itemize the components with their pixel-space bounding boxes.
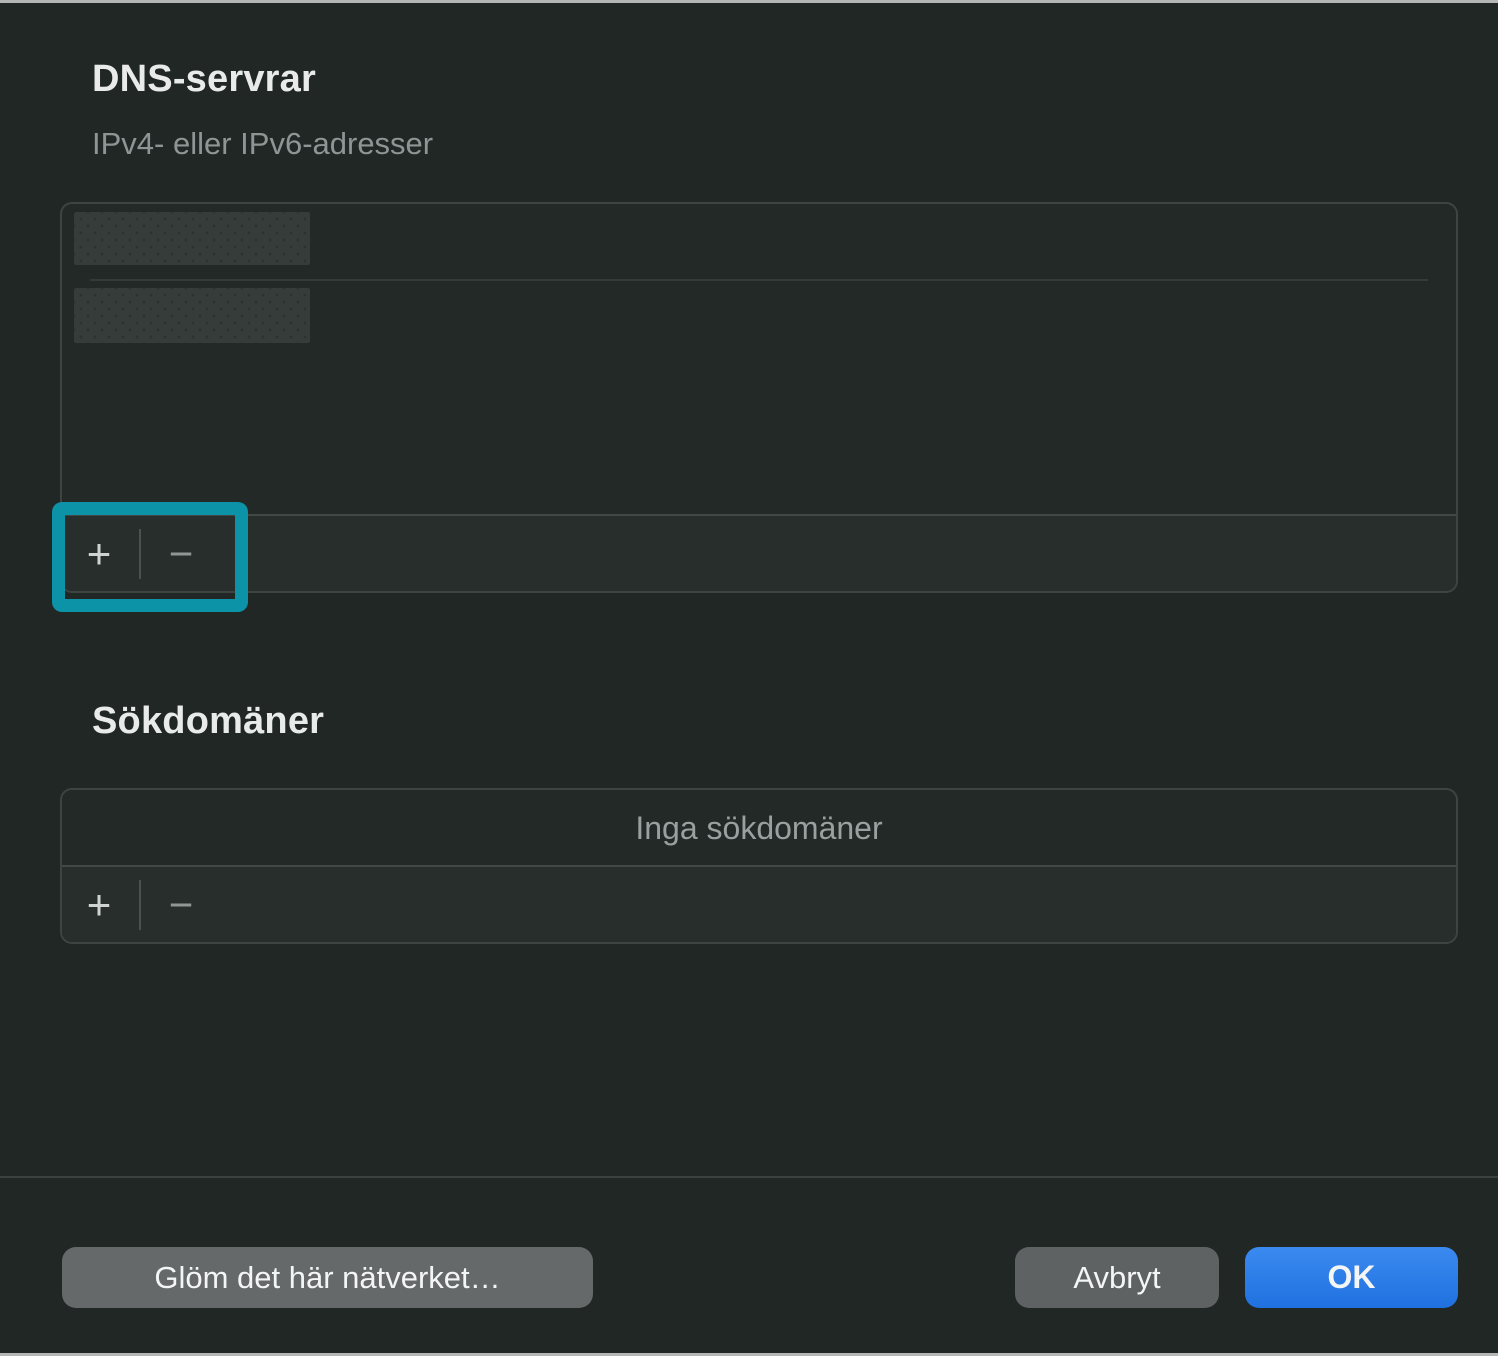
- minus-icon: −: [169, 881, 194, 929]
- dns-list-toolbar: + −: [62, 514, 1456, 591]
- search-domains-title: Sökdomäner: [92, 700, 324, 743]
- list-row-divider: [90, 279, 1428, 281]
- search-domain-toolbar: + −: [62, 865, 1456, 942]
- empty-search-domains-text: Inga sökdomäner: [635, 810, 882, 847]
- dns-entry-redacted[interactable]: [74, 288, 310, 343]
- add-search-domain-button[interactable]: +: [71, 867, 127, 942]
- minus-icon: −: [169, 530, 194, 578]
- plus-icon: +: [87, 530, 112, 578]
- ok-button[interactable]: OK: [1245, 1247, 1458, 1308]
- dns-server-list: + −: [60, 202, 1458, 593]
- footer-divider: [0, 1176, 1498, 1178]
- remove-search-domain-button[interactable]: −: [141, 867, 221, 942]
- plus-icon: +: [87, 881, 112, 929]
- forget-network-button[interactable]: Glöm det här nätverket…: [62, 1247, 593, 1308]
- dns-entry-redacted[interactable]: [74, 212, 310, 265]
- dns-section-subtitle: IPv4- eller IPv6-adresser: [92, 126, 433, 162]
- remove-dns-server-button[interactable]: −: [141, 516, 221, 591]
- search-domain-empty-area: Inga sökdomäner: [62, 790, 1456, 866]
- dns-section-title: DNS-servrar: [92, 58, 316, 101]
- cancel-button[interactable]: Avbryt: [1015, 1247, 1219, 1308]
- add-dns-server-button[interactable]: +: [71, 516, 127, 591]
- search-domain-list: Inga sökdomäner + −: [60, 788, 1458, 944]
- screen-edge-top: [0, 0, 1498, 3]
